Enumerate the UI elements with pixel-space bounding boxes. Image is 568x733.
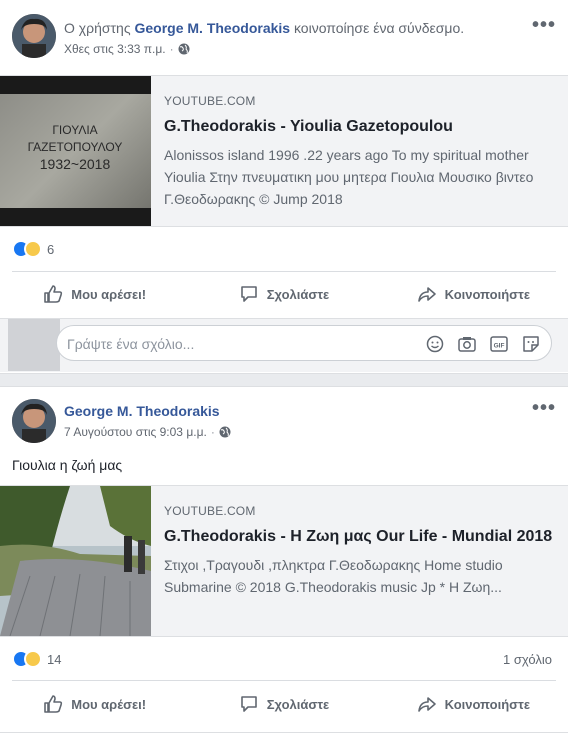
speech-bubble-icon xyxy=(240,696,257,712)
post-meta: Χθες στις 3:33 π.μ. · xyxy=(64,42,190,56)
reactions-summary[interactable]: 6 xyxy=(12,240,54,258)
like-label: Μου αρέσει! xyxy=(71,286,147,302)
avatar[interactable] xyxy=(12,399,56,443)
timestamp[interactable]: 7 Αυγούστου στις 9:03 μ.μ. xyxy=(64,425,207,439)
link-domain: YOUTUBE.COM xyxy=(164,504,256,518)
share-button[interactable]: Κοινοποιήστε xyxy=(379,684,568,724)
more-options-icon[interactable]: ••• xyxy=(532,398,556,418)
post-card: Ο χρήστης George M. Theodorakis κοινοποί… xyxy=(0,0,568,374)
post-header: Ο χρήστης George M. Theodorakis κοινοποί… xyxy=(64,20,464,36)
post-header: George M. Theodorakis xyxy=(64,403,220,419)
divider xyxy=(12,680,556,681)
share-button[interactable]: Κοινοποιήστε xyxy=(379,274,568,314)
link-text: YOUTUBE.COM G.Theodorakis - Yioulia Gaze… xyxy=(164,94,554,210)
sad-reaction-icon xyxy=(24,240,42,258)
header-prefix: Ο χρήστης xyxy=(64,20,135,36)
gif-icon[interactable]: GIF xyxy=(489,334,509,354)
svg-text:GIF: GIF xyxy=(494,343,505,350)
divider xyxy=(12,271,556,272)
reactions-summary[interactable]: 14 xyxy=(12,650,61,668)
composer-icons: GIF xyxy=(425,334,541,354)
comment-label: Σχολιάστε xyxy=(266,286,330,302)
comment-count[interactable]: 1 σχόλιο xyxy=(503,652,552,667)
link-preview[interactable]: ΓΙΟΥΛΙΑ ΓΑΖΕΤΟΠΟΥΛΟΥ 1932~2018 YOUTUBE.C… xyxy=(0,75,568,227)
globe-icon[interactable] xyxy=(178,43,190,55)
share-label: Κοινοποιήστε xyxy=(444,286,531,302)
camera-icon[interactable] xyxy=(457,334,477,354)
like-button[interactable]: Μου αρέσει! xyxy=(0,274,189,314)
link-text: YOUTUBE.COM G.Theodorakis - Η Ζωη μας Ou… xyxy=(164,504,554,598)
thumb-up-icon xyxy=(44,695,63,713)
author-name[interactable]: George M. Theodorakis xyxy=(64,403,220,419)
video-thumbnail[interactable] xyxy=(0,486,151,636)
more-options-icon[interactable]: ••• xyxy=(532,15,556,35)
action-bar: Μου αρέσει! Σχολιάστε Κοινοποιήστε xyxy=(0,274,568,314)
comment-label: Σχολιάστε xyxy=(266,696,330,712)
post-meta: 7 Αυγούστου στις 9:03 μ.μ. · xyxy=(64,425,231,439)
like-label: Μου αρέσει! xyxy=(71,696,147,712)
reaction-count[interactable]: 6 xyxy=(47,242,54,257)
sticker-icon[interactable] xyxy=(521,334,541,354)
link-description: Alonissos island 1996 .22 years ago To m… xyxy=(164,147,534,207)
like-button[interactable]: Μου αρέσει! xyxy=(0,684,189,724)
link-title[interactable]: G.Theodorakis - Yioulia Gazetopoulou xyxy=(164,116,554,138)
post-card: George M. Theodorakis 7 Αυγούστου στις 9… xyxy=(0,386,568,733)
comment-input[interactable]: Γράψτε ένα σχόλιο... GIF xyxy=(56,325,552,361)
action-bar: Μου αρέσει! Σχολιάστε Κοινοποιήστε xyxy=(0,684,568,724)
link-preview[interactable]: YOUTUBE.COM G.Theodorakis - Η Ζωη μας Ou… xyxy=(0,485,568,637)
sad-reaction-icon xyxy=(24,650,42,668)
author-name[interactable]: George M. Theodorakis xyxy=(134,20,290,36)
link-description: Στιχοι ,Τραγουδι ,πληκτρα Γ.Θεοδωρακης H… xyxy=(164,557,503,595)
share-arrow-icon xyxy=(417,697,436,712)
header-suffix: κοινοποίησε ένα σύνδεσμο. xyxy=(290,20,465,36)
video-thumbnail[interactable]: ΓΙΟΥΛΙΑ ΓΑΖΕΤΟΠΟΥΛΟΥ 1932~2018 xyxy=(0,76,151,226)
link-title[interactable]: G.Theodorakis - Η Ζωη μας Our Life - Mun… xyxy=(164,526,554,548)
smiley-icon[interactable] xyxy=(425,334,445,354)
comment-placeholder: Γράψτε ένα σχόλιο... xyxy=(67,336,195,352)
post-text: Γιουλια η ζωή μας xyxy=(12,457,123,473)
share-label: Κοινοποιήστε xyxy=(444,696,531,712)
avatar[interactable] xyxy=(12,14,56,58)
comment-button[interactable]: Σχολιάστε xyxy=(189,274,378,314)
share-arrow-icon xyxy=(417,287,436,302)
link-domain: YOUTUBE.COM xyxy=(164,94,256,108)
timestamp[interactable]: Χθες στις 3:33 π.μ. xyxy=(64,42,166,56)
thumb-line-3: 1932~2018 xyxy=(40,156,111,172)
speech-bubble-icon xyxy=(240,286,257,302)
thumb-up-icon xyxy=(44,285,63,303)
thumb-line-1: ΓΙΟΥΛΙΑ xyxy=(52,123,97,137)
avatar xyxy=(8,319,60,371)
thumb-line-2: ΓΑΖΕΤΟΠΟΥΛΟΥ xyxy=(28,140,123,154)
comment-button[interactable]: Σχολιάστε xyxy=(189,684,378,724)
comment-composer: Γράψτε ένα σχόλιο... GIF xyxy=(0,318,568,372)
globe-icon[interactable] xyxy=(219,426,231,438)
reaction-count[interactable]: 14 xyxy=(47,652,61,667)
